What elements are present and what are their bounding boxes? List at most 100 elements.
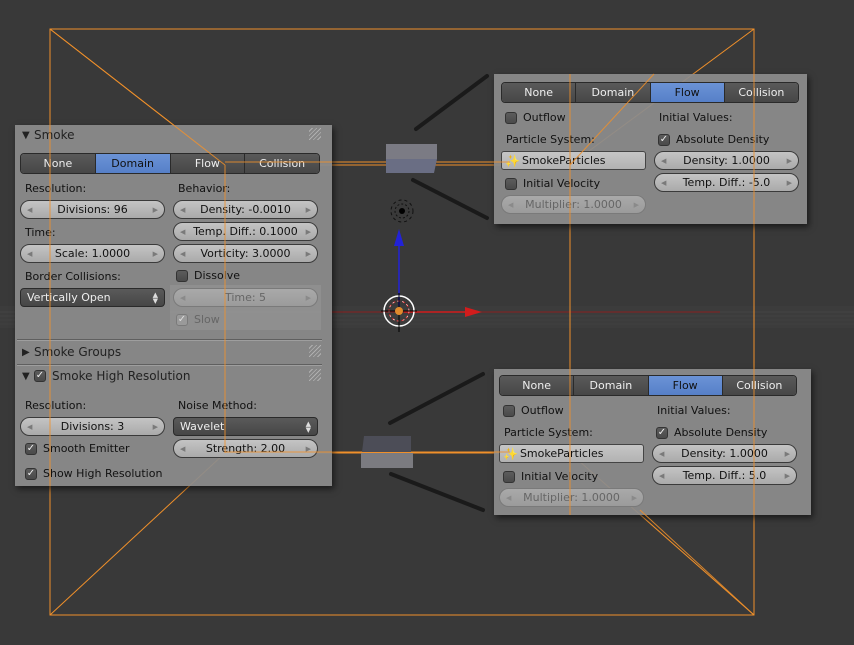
increment-arrow-icon[interactable]: ▶ [306, 228, 311, 236]
initial-values-label: Initial Values: [659, 111, 733, 124]
camera-line [414, 74, 489, 131]
hr-divisions-field[interactable]: ◀ Divisions: 3 ▶ [20, 417, 165, 436]
collapse-triangle-icon: ▼ [22, 129, 30, 141]
smoke-panel-title: Smoke [34, 128, 75, 142]
smoke-groups-header[interactable]: ▶ Smoke Groups [22, 345, 121, 359]
resolution-label: Resolution: [25, 182, 87, 195]
increment-arrow-icon[interactable]: ▶ [153, 206, 158, 214]
divisions-field[interactable]: ◀ Divisions: 96 ▶ [20, 200, 165, 219]
border-collisions-label: Border Collisions: [25, 270, 121, 283]
multiplier-field[interactable]: ◀ Multiplier: 1.0000 ▶ [501, 195, 646, 214]
temp-diff-field[interactable]: ◀ Temp. Diff.: 0.1000 ▶ [173, 222, 318, 241]
time-scale-field[interactable]: ◀ Scale: 1.0000 ▶ [20, 244, 165, 263]
smoke-panel-header[interactable]: ▼ Smoke [22, 128, 75, 142]
flow-temp-diff-field[interactable]: ◀ Temp. Diff.: 5.0 ▶ [652, 466, 797, 485]
hr-resolution-label: Resolution: [25, 399, 87, 412]
particle-system-label: Particle System: [504, 426, 593, 439]
tab-collision[interactable]: Collision [245, 154, 319, 173]
increment-arrow-icon[interactable]: ▶ [787, 179, 792, 187]
initial-velocity-checkbox[interactable]: Initial Velocity [503, 470, 598, 483]
smoke-type-tabs: None Domain Flow Collision [501, 82, 799, 103]
checkbox-box [176, 269, 188, 282]
tab-flow[interactable]: Flow [648, 376, 723, 395]
absolute-density-checkbox[interactable]: ✓ Absolute Density [656, 426, 767, 439]
checkmark-icon: ✓ [656, 426, 668, 439]
particle-system-field[interactable]: ✨ SmokeParticles [501, 151, 646, 170]
increment-arrow-icon[interactable]: ▶ [785, 472, 790, 480]
tab-none[interactable]: None [502, 83, 577, 102]
flow-emitter-top[interactable] [386, 144, 437, 173]
checkbox-box [503, 470, 515, 483]
particle-system-label: Particle System: [506, 133, 595, 146]
increment-arrow-icon[interactable]: ▶ [632, 494, 637, 502]
show-high-resolution-checkbox[interactable]: ✓ Show High Resolution [25, 467, 162, 480]
flow-panel-bottom: None Domain Flow Collision Outflow Parti… [494, 369, 811, 515]
particles-icon: ✨ [505, 153, 520, 168]
collapse-triangle-icon: ▼ [22, 370, 30, 382]
flow-temp-diff-field[interactable]: ◀ Temp. Diff.: -5.0 ▶ [654, 173, 799, 192]
noise-method-value: Wavelet [180, 420, 225, 433]
increment-arrow-icon[interactable]: ▶ [306, 206, 311, 214]
border-collisions-dropdown[interactable]: Vertically Open ▲ ▼ [20, 288, 165, 307]
initial-velocity-checkbox[interactable]: Initial Velocity [505, 177, 600, 190]
flow-emitter-bottom[interactable] [361, 436, 413, 468]
slow-checkbox[interactable]: ✓ Slow [176, 313, 220, 326]
tab-domain[interactable]: Domain [576, 83, 651, 102]
smoke-type-tabs: None Domain Flow Collision [20, 153, 320, 174]
lamp-icon[interactable] [390, 199, 414, 223]
tab-collision[interactable]: Collision [724, 83, 798, 102]
tab-domain[interactable]: Domain [574, 376, 649, 395]
absolute-density-checkbox[interactable]: ✓ Absolute Density [658, 133, 769, 146]
behavior-label: Behavior: [178, 182, 231, 195]
increment-arrow-icon[interactable]: ▶ [306, 294, 311, 302]
dissolve-time-field[interactable]: ◀ Time: 5 ▶ [173, 288, 318, 307]
increment-arrow-icon[interactable]: ▶ [153, 423, 158, 431]
noise-method-label: Noise Method: [178, 399, 257, 412]
flow-density-field[interactable]: ◀ Density: 1.0000 ▶ [654, 151, 799, 170]
outflow-checkbox[interactable]: Outflow [503, 404, 564, 417]
particle-system-field[interactable]: ✨ SmokeParticles [499, 444, 644, 463]
particles-icon: ✨ [503, 446, 518, 461]
multiplier-field[interactable]: ◀ Multiplier: 1.0000 ▶ [499, 488, 644, 507]
increment-arrow-icon[interactable]: ▶ [306, 445, 311, 453]
panel-divider [17, 339, 322, 340]
strength-field[interactable]: ◀ Strength: 2.00 ▶ [173, 439, 318, 458]
density-field[interactable]: ◀ Density: -0.0010 ▶ [173, 200, 318, 219]
checkbox-box [505, 177, 517, 190]
tab-none[interactable]: None [21, 154, 96, 173]
outflow-checkbox[interactable]: Outflow [505, 111, 566, 124]
camera-line [388, 372, 485, 425]
transform-gizmo[interactable] [394, 229, 482, 317]
high-resolution-enable-checkbox[interactable]: ✓ [34, 370, 46, 382]
increment-arrow-icon[interactable]: ▶ [785, 450, 790, 458]
increment-arrow-icon[interactable]: ▶ [306, 250, 311, 258]
noise-method-dropdown[interactable]: Wavelet ▲ ▼ [173, 417, 318, 436]
updown-arrows-icon: ▲ ▼ [152, 290, 158, 305]
tab-none[interactable]: None [500, 376, 575, 395]
panel-divider [17, 364, 322, 365]
checkmark-icon: ✓ [34, 370, 46, 382]
increment-arrow-icon[interactable]: ▶ [153, 250, 158, 258]
dissolve-checkbox[interactable]: Dissolve [176, 269, 240, 282]
smoke-type-tabs: None Domain Flow Collision [499, 375, 797, 396]
smooth-emitter-checkbox[interactable]: ✓ Smooth Emitter [25, 442, 130, 455]
panel-drag-grip-icon[interactable] [309, 369, 321, 381]
checkbox-box [503, 404, 515, 417]
tab-flow[interactable]: Flow [650, 83, 725, 102]
tab-collision[interactable]: Collision [722, 376, 796, 395]
checkbox-box [505, 111, 517, 124]
tab-flow[interactable]: Flow [170, 154, 246, 173]
flow-density-field[interactable]: ◀ Density: 1.0000 ▶ [652, 444, 797, 463]
camera-line [411, 178, 489, 220]
increment-arrow-icon[interactable]: ▶ [787, 157, 792, 165]
checkmark-icon: ✓ [25, 442, 37, 455]
vorticity-field[interactable]: ◀ Vorticity: 3.0000 ▶ [173, 244, 318, 263]
increment-arrow-icon[interactable]: ▶ [634, 201, 639, 209]
smoke-high-resolution-header[interactable]: ▼ ✓ Smoke High Resolution [22, 369, 190, 383]
camera-line [389, 472, 485, 512]
tab-domain[interactable]: Domain [95, 154, 171, 173]
panel-drag-grip-icon[interactable] [309, 345, 321, 357]
flow-panel-top: None Domain Flow Collision Outflow Parti… [494, 74, 807, 224]
panel-drag-grip-icon[interactable] [309, 128, 321, 140]
checkmark-icon: ✓ [25, 467, 37, 480]
